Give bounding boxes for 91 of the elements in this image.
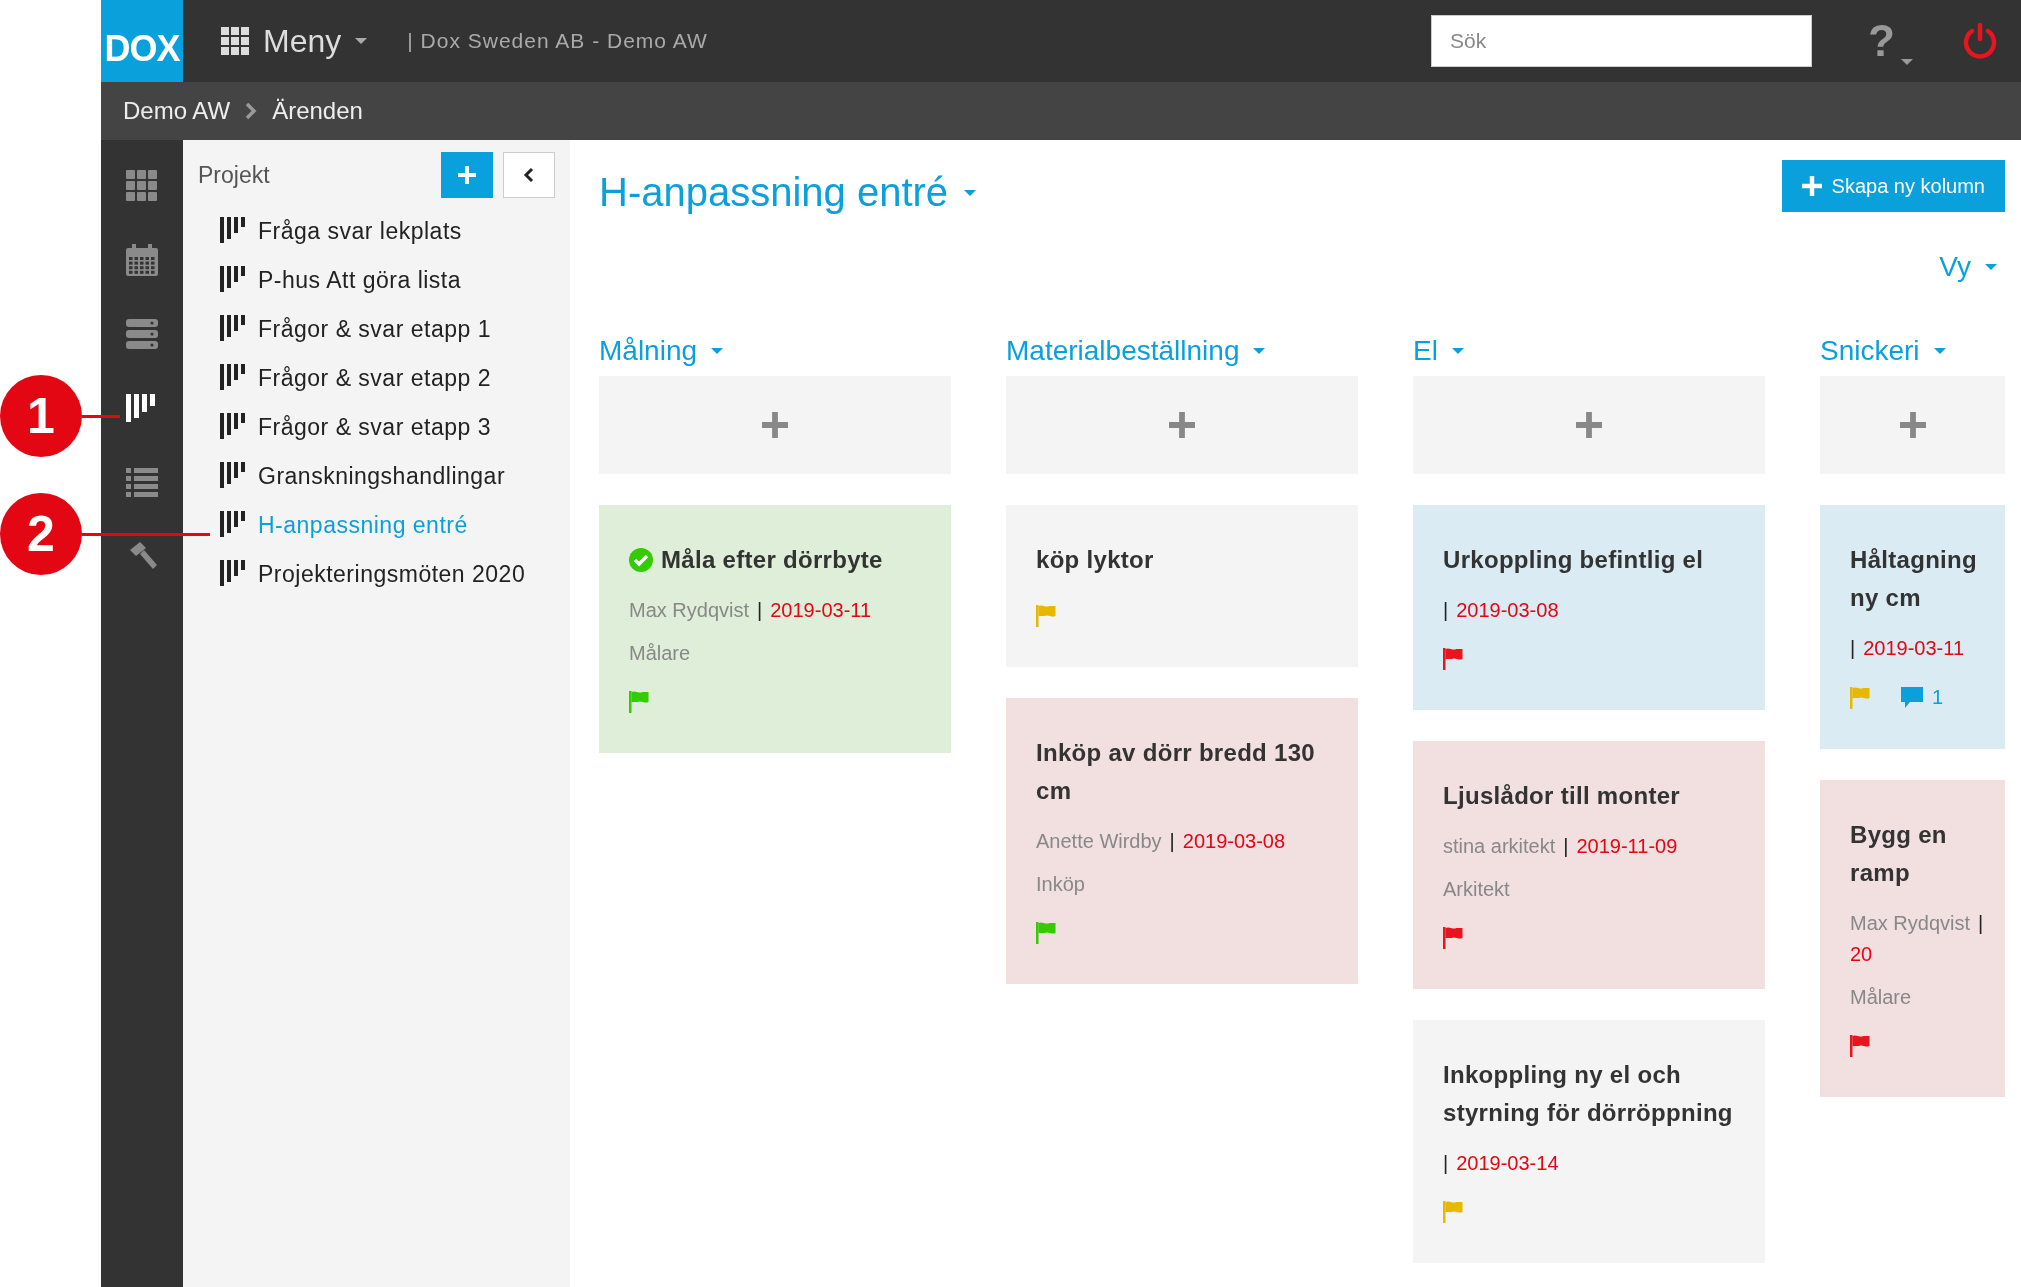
card-title: Inköp av dörr bredd 130 cm	[1036, 738, 1316, 806]
plus-icon	[458, 166, 476, 184]
board-icon	[220, 511, 246, 539]
search-field[interactable]: Sök	[1431, 15, 1813, 67]
caret-icon	[1253, 347, 1266, 355]
plus-icon	[762, 412, 788, 438]
plus-icon	[1801, 176, 1822, 196]
task-card[interactable]: Ljuslådor till monter stina arkitekt | 2019-11-09 Arkitekt	[1413, 741, 1765, 989]
task-card[interactable]: Håltagning ny cm | 2019-03-11 1	[1820, 505, 2005, 749]
task-card[interactable]: Inkoppling ny el och styrning för dörröppning | 2019-03-14	[1413, 1020, 1765, 1263]
callout-number: 2	[0, 493, 82, 575]
leader-line	[82, 414, 120, 418]
panel-title: Projekt	[198, 161, 270, 189]
role-label: Arkitekt	[1443, 878, 1511, 901]
card-title: Inkoppling ny el och styrning för dörröppning	[1443, 1060, 1734, 1128]
caret-icon	[711, 347, 724, 355]
breadcrumb-link[interactable]: Demo AW	[123, 97, 231, 125]
card-title: köp lyktor	[1036, 545, 1154, 575]
caret-icon	[1985, 263, 1997, 271]
calendar-icon	[126, 244, 158, 276]
role-label: Inköp	[1036, 873, 1086, 896]
board-icon	[126, 392, 158, 424]
project-item[interactable]: Granskningshandlingar	[220, 457, 555, 495]
project-item[interactable]: Fråga svar lekplats	[220, 212, 555, 250]
project-item[interactable]: P-hus Att göra lista	[220, 261, 555, 299]
due-date: 2019-03-08	[1456, 599, 1559, 622]
task-card[interactable]: Urkoppling befintlig el | 2019-03-08	[1413, 505, 1765, 710]
board-icon	[220, 315, 246, 343]
separator: |	[1443, 599, 1449, 622]
card-title: Måla efter dörrbyte	[661, 545, 883, 575]
plus-icon	[1576, 412, 1602, 438]
separator: |	[1978, 912, 1984, 935]
separator: |	[1169, 830, 1175, 853]
due-date: 2019-11-09	[1576, 835, 1678, 858]
project-item[interactable]: Frågor & svar etapp 3	[220, 408, 555, 446]
chevron-icon	[523, 167, 535, 183]
due-date: 20	[1850, 943, 1873, 966]
board-icon	[220, 266, 246, 294]
collapse-button[interactable]	[503, 152, 555, 198]
add-project-button[interactable]	[441, 152, 493, 198]
project-item[interactable]: Projekteringsmöten 2020	[220, 555, 555, 593]
plus-icon	[1169, 412, 1195, 438]
separator: |	[757, 599, 763, 622]
due-date: 2019-03-11	[1863, 637, 1965, 660]
role-label: Målare	[629, 642, 692, 665]
help-button[interactable]: ?	[1868, 16, 1913, 66]
comment-icon	[1900, 686, 1924, 709]
due-date: 2019-03-11	[770, 599, 872, 622]
caret-icon	[1451, 347, 1464, 355]
server-icon	[126, 318, 158, 350]
task-card[interactable]: Bygg en ramp Max Rydqvist | 20 Målare	[1820, 780, 2005, 1097]
assignee: Max Rydqvist	[629, 599, 750, 622]
power-icon[interactable]	[1961, 22, 1999, 60]
board-icon	[220, 217, 246, 245]
comment-count: 1	[1932, 686, 1944, 709]
nav-button[interactable]	[126, 392, 158, 424]
task-card[interactable]: Inköp av dörr bredd 130 cm Anette Wirdby | 2019-03-08 Inköp	[1006, 698, 1358, 984]
board-icon	[220, 413, 246, 441]
separator: |	[1850, 637, 1856, 660]
card-title: Håltagning ny cm	[1850, 545, 1978, 613]
role-label: Målare	[1850, 986, 1913, 1009]
board-icon	[220, 462, 246, 490]
card-title: Urkoppling befintlig el	[1443, 545, 1704, 575]
assignee: Max Rydqvist	[1850, 912, 1971, 935]
board-icon	[220, 364, 246, 392]
plus-icon	[1899, 412, 1926, 438]
grid-icon	[221, 27, 249, 55]
chevron-icon	[244, 101, 259, 121]
task-card[interactable]: Måla efter dörrbyte Max Rydqvist | 2019-03-11 Målare	[599, 505, 951, 753]
grid-icon	[126, 170, 158, 202]
caret-icon	[1933, 347, 1946, 355]
menu-button[interactable]: Meny	[221, 22, 368, 60]
separator: |	[1563, 835, 1569, 858]
callout-number: 1	[0, 375, 82, 457]
separator: |	[1443, 1152, 1449, 1175]
card-title: Bygg en ramp	[1850, 820, 1948, 888]
project-item[interactable]: Frågor & svar etapp 2	[220, 359, 555, 397]
project-item[interactable]: Frågor & svar etapp 1	[220, 310, 555, 348]
task-card[interactable]: köp lyktor	[1006, 505, 1358, 667]
card-title: Ljuslådor till monter	[1443, 781, 1680, 811]
caret-icon	[1901, 58, 1913, 66]
due-date: 2019-03-08	[1182, 830, 1286, 853]
board-icon	[220, 560, 246, 588]
company-name: | Dox Sweden AB - Demo AW	[407, 29, 708, 53]
caret-icon	[964, 188, 977, 197]
caret-icon	[355, 37, 368, 45]
breadcrumb-current: Ärenden	[272, 97, 363, 125]
list-icon	[126, 466, 158, 498]
due-date: 2019-03-14	[1456, 1152, 1559, 1175]
assignee: stina arkitekt	[1443, 835, 1556, 858]
assignee: Anette Wirdby	[1036, 830, 1162, 853]
